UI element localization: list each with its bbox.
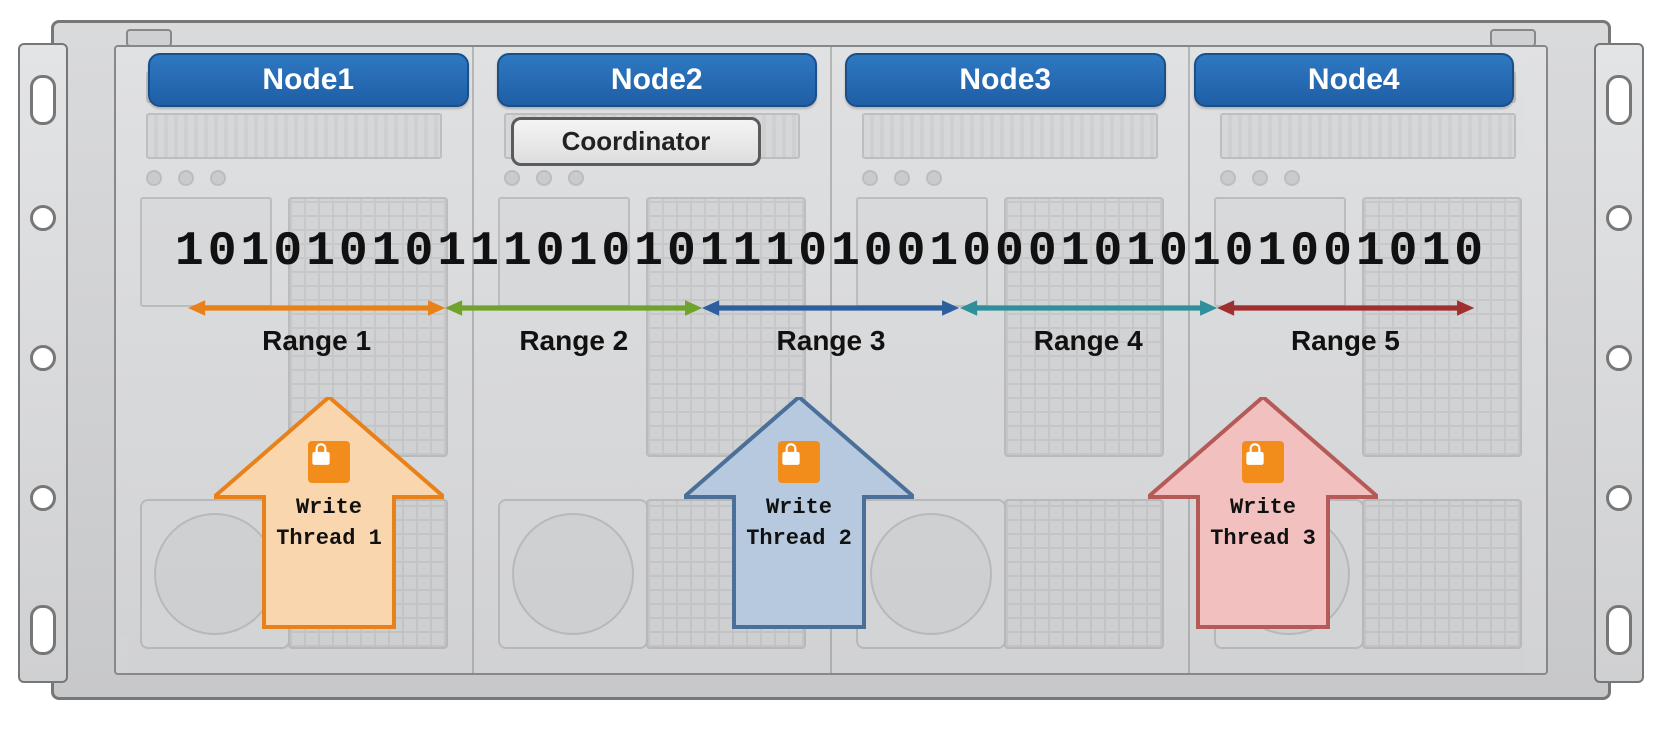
range-label: Range 5 xyxy=(1291,325,1400,357)
thread-label: Write Thread 3 xyxy=(1148,495,1378,551)
range-label: Range 2 xyxy=(519,325,628,357)
node-labels-row: Node1 Node2 Node3 Node4 xyxy=(116,53,1546,107)
range-arrow-icon xyxy=(960,297,1217,319)
rack-ear-right xyxy=(1594,43,1644,683)
range-arrow-icon xyxy=(188,297,445,319)
lock-icon xyxy=(778,441,820,483)
write-thread-arrow: Write Thread 2 xyxy=(684,397,914,657)
range-block: Range 4 xyxy=(960,297,1217,357)
range-block: Range 2 xyxy=(445,297,702,357)
range-block: Range 3 xyxy=(702,297,959,357)
thread-label: Write Thread 1 xyxy=(214,495,444,551)
range-arrow-icon xyxy=(445,297,702,319)
coordinator-badge: Coordinator xyxy=(511,117,761,166)
binary-stream: 1010101011101010111010010001010101001010 xyxy=(116,225,1546,279)
range-arrow-icon xyxy=(1217,297,1474,319)
thread-label: Write Thread 2 xyxy=(684,495,914,551)
node-label: Node4 xyxy=(1194,53,1515,107)
server-chassis: Node1 Node2 Node3 Node4 Coordinator 1010… xyxy=(51,20,1611,700)
lock-icon xyxy=(308,441,350,483)
range-label: Range 3 xyxy=(777,325,886,357)
range-label: Range 1 xyxy=(262,325,371,357)
range-block: Range 1 xyxy=(188,297,445,357)
range-label: Range 4 xyxy=(1034,325,1143,357)
write-thread-arrow: Write Thread 3 xyxy=(1148,397,1378,657)
node-label: Node3 xyxy=(845,53,1166,107)
node-label: Node1 xyxy=(148,53,469,107)
diagram-overlay: Node1 Node2 Node3 Node4 Coordinator 1010… xyxy=(116,47,1546,673)
range-block: Range 5 xyxy=(1217,297,1474,357)
range-arrow-icon xyxy=(702,297,959,319)
ranges-row: Range 1 Range 2 Range xyxy=(188,297,1474,357)
threads-row: Write Thread 1 Write Thread 2 xyxy=(116,397,1546,651)
chassis-inner: Node1 Node2 Node3 Node4 Coordinator 1010… xyxy=(114,45,1548,675)
write-thread-arrow: Write Thread 1 xyxy=(214,397,444,657)
node-label: Node2 xyxy=(497,53,818,107)
rack-ear-left xyxy=(18,43,68,683)
lock-icon xyxy=(1242,441,1284,483)
